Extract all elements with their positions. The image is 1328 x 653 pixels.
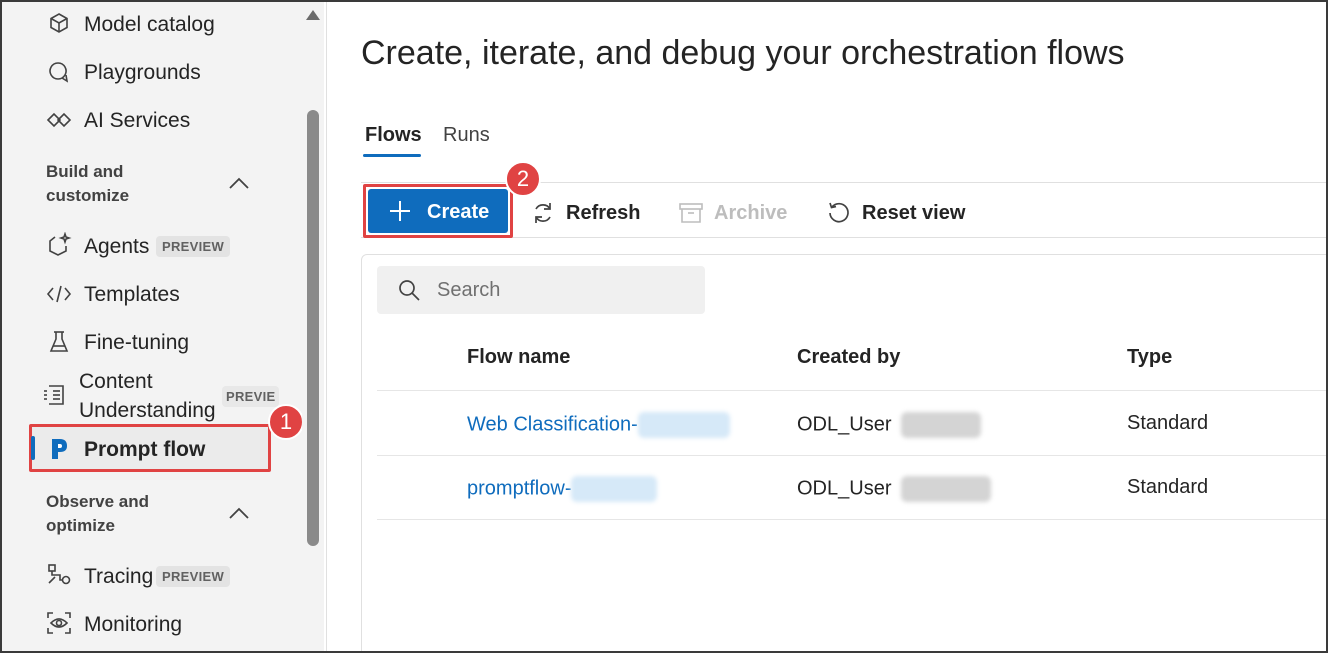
- type-cell: Standard: [1127, 476, 1209, 498]
- agent-icon: [46, 232, 72, 258]
- chat-icon: [46, 59, 72, 85]
- reset-view-button[interactable]: Reset view: [826, 198, 965, 228]
- search-box[interactable]: [377, 266, 705, 314]
- sidebar-item-content-understanding[interactable]: Content Understanding PREVIE: [2, 366, 302, 426]
- preview-badge: PREVIE: [222, 386, 280, 407]
- reset-icon: [826, 200, 852, 226]
- sidebar-item-playgrounds[interactable]: Playgrounds: [2, 52, 302, 92]
- step-badge-2: 2: [505, 161, 541, 197]
- tab-flows[interactable]: Flows: [365, 124, 422, 147]
- reset-view-label: Reset view: [862, 201, 966, 224]
- tab-runs[interactable]: Runs: [443, 124, 490, 147]
- sidebar-item-label: Prompt flow: [84, 438, 206, 461]
- create-button-label: Create: [427, 201, 490, 223]
- header-divider: [377, 390, 1328, 391]
- flow-name-text: Web Classification-: [467, 413, 638, 436]
- sidebar-item-label: Monitoring: [84, 613, 183, 636]
- sidebar-item-label: Fine-tuning: [84, 331, 190, 354]
- sidebar-item-monitoring[interactable]: Monitoring: [2, 603, 302, 643]
- sidebar-item-ai-services[interactable]: AI Services: [2, 100, 302, 140]
- type-cell: Standard: [1127, 412, 1209, 434]
- tracing-icon: [46, 562, 72, 588]
- redacted-text: [571, 476, 658, 502]
- page-title: Create, iterate, and debug your orchestr…: [361, 34, 1125, 72]
- created-by-cell: ODL_User: [797, 476, 992, 502]
- section-title-build: Build and customize: [46, 162, 130, 205]
- monitoring-icon: [46, 610, 72, 636]
- active-tab-indicator: [363, 154, 421, 157]
- redacted-text: [637, 412, 730, 438]
- services-icon: [46, 107, 72, 133]
- column-header-flow-name[interactable]: Flow name: [467, 346, 570, 369]
- sidebar-item-templates[interactable]: Templates: [2, 274, 302, 314]
- refresh-label: Refresh: [566, 201, 641, 224]
- column-header-created-by[interactable]: Created by: [797, 346, 900, 369]
- search-icon: [397, 278, 421, 302]
- sidebar-item-tracing[interactable]: Tracing PREVIEW: [2, 555, 302, 595]
- flask-icon: [46, 329, 72, 355]
- archive-label: Archive: [714, 201, 788, 224]
- created-by-text: ODL_User: [797, 413, 892, 436]
- scrollbar-thumb[interactable]: [307, 110, 319, 546]
- document-list-icon: [42, 382, 68, 408]
- chevron-up-icon[interactable]: [228, 176, 250, 190]
- sidebar: Model catalog Playgrounds AI Services Bu…: [2, 2, 302, 651]
- sidebar-item-agents[interactable]: Agents PREVIEW: [2, 225, 302, 265]
- main-content: Create, iterate, and debug your orchestr…: [326, 2, 1328, 653]
- prompt-flow-icon: [46, 436, 72, 462]
- sidebar-item-label: Playgrounds: [84, 61, 201, 84]
- sidebar-item-label: AI Services: [84, 109, 191, 132]
- sidebar-item-label: Templates: [84, 283, 180, 306]
- row-divider: [377, 519, 1328, 520]
- code-icon: [46, 281, 72, 307]
- row-divider: [377, 455, 1328, 456]
- search-input[interactable]: [437, 274, 687, 306]
- create-button[interactable]: Create: [368, 189, 508, 233]
- cube-icon: [46, 11, 72, 37]
- archive-icon: [678, 200, 704, 226]
- created-by-text: ODL_User: [797, 477, 892, 500]
- column-header-type[interactable]: Type: [1127, 346, 1172, 369]
- sidebar-item-label: Tracing: [84, 565, 154, 588]
- sidebar-item-label: Understanding: [79, 399, 216, 422]
- flow-name-link[interactable]: Web Classification-: [467, 412, 730, 438]
- plus-icon: [388, 199, 412, 223]
- step-badge-1: 1: [268, 404, 302, 440]
- refresh-button[interactable]: Refresh: [530, 198, 640, 228]
- sidebar-item-label: Agents: [84, 235, 150, 258]
- chevron-up-icon[interactable]: [228, 506, 250, 520]
- created-by-cell: ODL_User: [797, 412, 982, 438]
- sidebar-item-label: Content: [79, 370, 153, 393]
- preview-badge: PREVIEW: [156, 566, 231, 587]
- redacted-text: [901, 476, 992, 502]
- flow-name-text: promptflow-: [467, 477, 572, 500]
- archive-button[interactable]: Archive: [678, 198, 787, 228]
- flow-name-link[interactable]: promptflow-: [467, 476, 658, 502]
- refresh-icon: [530, 200, 556, 226]
- section-title-observe: Observe and optimize: [46, 492, 149, 535]
- sidebar-item-model-catalog[interactable]: Model catalog: [2, 4, 302, 44]
- redacted-text: [901, 412, 982, 438]
- scroll-up-arrow-icon[interactable]: [306, 10, 320, 20]
- sidebar-item-prompt-flow[interactable]: Prompt flow: [2, 429, 302, 469]
- sidebar-item-fine-tuning[interactable]: Fine-tuning: [2, 322, 302, 362]
- preview-badge: PREVIEW: [156, 236, 231, 257]
- sidebar-item-label: Model catalog: [84, 13, 215, 36]
